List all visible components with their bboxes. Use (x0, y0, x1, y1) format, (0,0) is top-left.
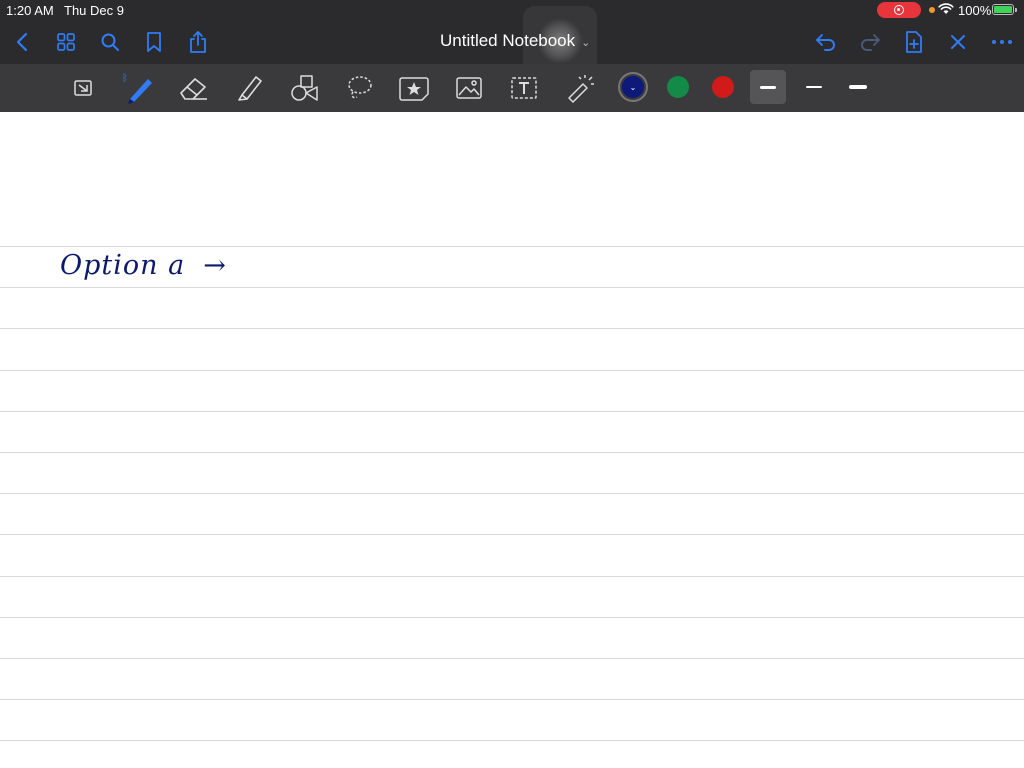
ruled-line (0, 246, 1024, 247)
color-swatch-3[interactable] (712, 76, 734, 98)
selected-color-chevron-icon: ⌄ (629, 82, 637, 92)
ruled-line (0, 410, 1024, 412)
pen-tool-icon[interactable]: ᛒ (119, 70, 157, 106)
chevron-down-icon: ⌄ (581, 37, 591, 49)
redo-icon[interactable] (856, 28, 884, 56)
share-icon[interactable] (184, 28, 212, 56)
notebook-page[interactable] (0, 112, 1024, 768)
ruled-line (0, 534, 1024, 536)
ruled-line (0, 658, 1024, 659)
status-date: Thu Dec 9 (64, 3, 124, 18)
screen-recording-icon[interactable] (877, 2, 921, 18)
status-time: 1:20 AM (6, 3, 54, 18)
battery-icon (992, 4, 1017, 15)
bookmark-icon[interactable] (140, 28, 168, 56)
handwritten-text: Option a (60, 250, 186, 281)
top-navigation-bar: 1:20 AM Thu Dec 9 100% Untitled Notebook… (0, 0, 1024, 76)
sticker-tool-icon[interactable] (395, 70, 433, 106)
close-icon[interactable] (944, 28, 972, 56)
scroll-mode-icon[interactable] (64, 70, 102, 106)
microphone-indicator-icon (929, 7, 935, 13)
notebook-title[interactable]: Untitled Notebook ⌄ (440, 31, 590, 51)
image-tool-icon[interactable] (450, 70, 488, 106)
ruled-line (0, 575, 1024, 577)
handwritten-arrow: → (203, 250, 227, 281)
highlighter-tool-icon[interactable] (230, 70, 268, 106)
ruled-line (0, 328, 1024, 330)
ruled-line (0, 740, 1024, 742)
lasso-tool-icon[interactable] (340, 70, 378, 106)
thickness-medium[interactable] (796, 70, 832, 104)
eraser-tool-icon[interactable] (174, 70, 212, 106)
handwritten-note: Option a → (60, 250, 227, 281)
ruled-line (0, 493, 1024, 495)
wifi-icon (938, 3, 954, 14)
shapes-tool-icon[interactable] (285, 70, 323, 106)
more-options-icon[interactable] (988, 28, 1016, 56)
color-swatch-2[interactable] (667, 76, 689, 98)
status-bar: 1:20 AM Thu Dec 9 100% (0, 0, 1024, 20)
add-page-icon[interactable] (900, 28, 928, 56)
ruled-line (0, 452, 1024, 453)
battery-percentage: 100% (958, 3, 992, 18)
color-swatch-1[interactable]: ⌄ (622, 76, 644, 98)
laser-pointer-icon[interactable] (560, 70, 598, 106)
notebook-title-text: Untitled Notebook (440, 31, 576, 50)
back-icon[interactable] (8, 28, 36, 56)
ruled-line (0, 369, 1024, 371)
ruled-line (0, 287, 1024, 289)
grid-view-icon[interactable] (52, 28, 80, 56)
text-tool-icon[interactable] (505, 70, 543, 106)
thickness-thick[interactable] (840, 70, 876, 104)
undo-icon[interactable] (812, 28, 840, 56)
thickness-thin[interactable] (750, 70, 786, 104)
search-icon[interactable] (96, 28, 124, 56)
ruled-line (0, 616, 1024, 618)
ruled-line (0, 699, 1024, 701)
svg-text:ᛒ: ᛒ (122, 73, 128, 84)
